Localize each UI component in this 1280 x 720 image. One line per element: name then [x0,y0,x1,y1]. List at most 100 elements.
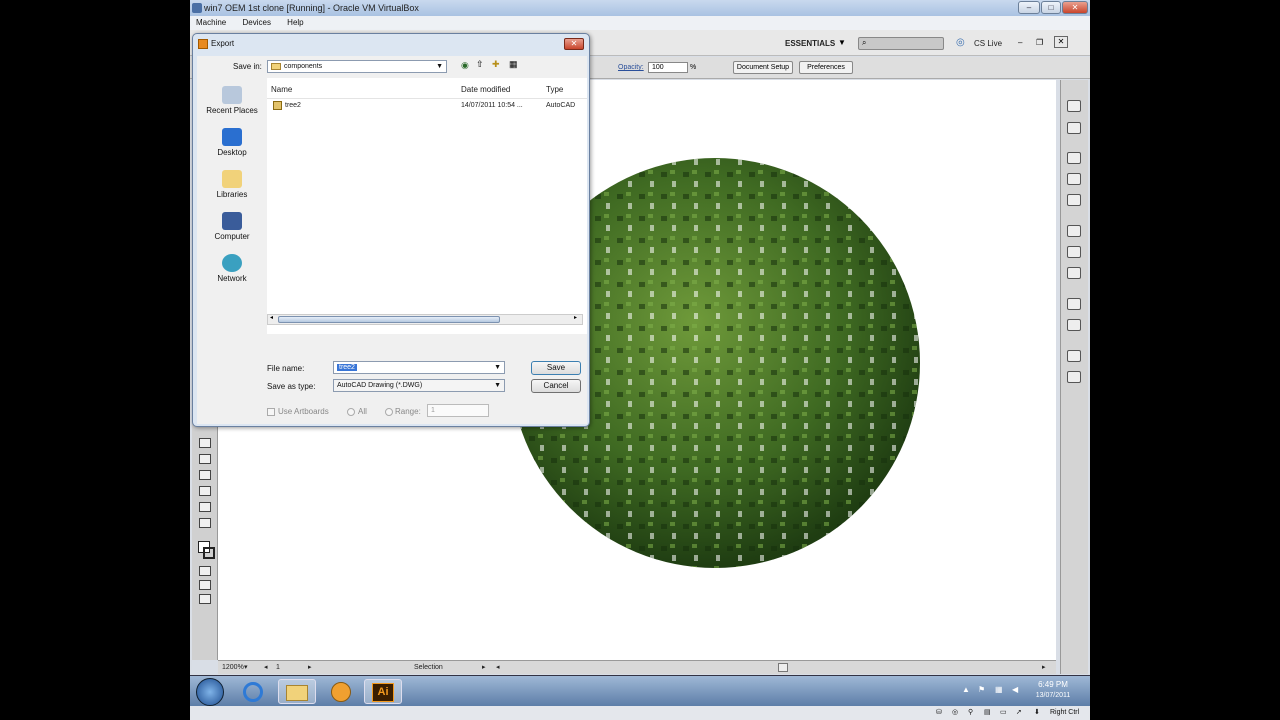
dialog-close-button[interactable]: ✕ [564,38,584,50]
column-name[interactable]: Name [271,85,292,94]
save-as-type-label: Save as type: [267,382,316,391]
scroll-left-icon[interactable]: ◂ [496,661,500,675]
stroke-icon[interactable] [1067,225,1081,237]
opacity-input[interactable]: 100 [648,62,688,73]
appearance-icon[interactable] [1067,298,1081,310]
host-key-label: Right Ctrl [1050,709,1080,716]
back-icon[interactable]: ◉ [461,60,469,71]
ai-restore-button[interactable]: ❐ [1036,38,1043,47]
tray-show-hidden-icon[interactable]: ▲ [962,685,970,694]
maximize-button[interactable]: □ [1041,1,1061,14]
illustrator-taskbar-button[interactable]: Ai [364,679,402,704]
color-panel-icon[interactable] [1067,100,1081,112]
media-player-icon[interactable] [322,679,360,704]
clock-date[interactable]: 13/07/2011 [1030,692,1076,699]
zoom-level[interactable]: 1200% [222,661,244,675]
tool-icon[interactable] [199,470,211,480]
workspace-switcher[interactable]: ESSENTIALS [785,39,835,48]
range-radio[interactable] [385,408,393,416]
host-key-icon: ⬇ [1034,709,1040,716]
hdd-icon: ⛁ [936,709,942,716]
brushes-icon[interactable] [1067,173,1081,185]
explorer-icon[interactable] [278,679,316,704]
horizontal-scroll-thumb[interactable] [778,663,788,672]
column-date[interactable]: Date modified [461,85,510,94]
cancel-button[interactable]: Cancel [531,379,581,393]
document-setup-button[interactable]: Document Setup [733,61,793,74]
scroll-right-icon[interactable]: ▸ [1042,661,1046,675]
scroll-left-icon[interactable]: ◂ [270,314,273,321]
volume-icon[interactable]: ◀ [1012,685,1018,694]
menu-machine[interactable]: Machine [196,18,226,27]
tool-icon[interactable] [199,518,211,528]
opacity-label[interactable]: Opacity: [618,64,644,71]
ai-minimize-button[interactable]: – [1018,38,1022,47]
artboards-icon[interactable] [1067,371,1081,383]
artboard-number[interactable]: 1 [276,661,280,675]
close-button[interactable]: ✕ [1062,1,1088,14]
save-button[interactable]: Save [531,361,581,375]
internet-explorer-icon[interactable] [234,679,272,704]
transparency-icon[interactable] [1067,267,1081,279]
graphic-styles-icon[interactable] [1067,319,1081,331]
new-folder-icon[interactable]: ✚ [492,59,500,70]
scroll-right-icon[interactable]: ▸ [574,314,577,321]
minimize-button[interactable]: – [1018,1,1040,14]
flag-icon[interactable]: ⚑ [978,685,985,694]
tool-icon[interactable] [199,566,211,576]
tool-icon[interactable] [199,580,211,590]
tool-icon[interactable] [199,454,211,464]
table-row[interactable]: tree2 14/07/2011 10:54 ... AutoCAD [267,100,587,112]
menu-help[interactable]: Help [287,18,303,27]
first-artboard-icon[interactable]: ◂ [264,661,268,675]
place-label: Network [217,274,247,283]
place-network[interactable]: Network [201,254,263,283]
tool-icon[interactable] [199,486,211,496]
search-input[interactable]: ⌕ [858,37,944,50]
cslive-button[interactable]: CS Live [974,39,1002,48]
file-name-input[interactable]: tree2 ▼ [333,361,505,374]
save-as-type-value: AutoCAD Drawing (*.DWG) [337,382,423,389]
chevron-right-icon: ▸ [482,664,486,671]
symbols-icon[interactable] [1067,194,1081,206]
horizontal-scrollbar[interactable]: ◂ ▸ [267,314,583,325]
swatches-icon[interactable] [1067,152,1081,164]
clock-time[interactable]: 6:49 PM [1030,680,1076,689]
dwg-file-icon [273,101,282,110]
header-divider [267,98,587,99]
gradient-icon[interactable] [1067,246,1081,258]
save-as-type-select[interactable]: AutoCAD Drawing (*.DWG) ▼ [333,379,505,392]
place-desktop[interactable]: Desktop [201,128,263,157]
start-button[interactable] [196,678,224,706]
illustrator-icon [198,39,208,49]
menu-devices[interactable]: Devices [242,18,270,27]
file-list[interactable]: Name Date modified Type tree2 14/07/2011… [267,78,587,334]
chevron-down-icon: ▼ [494,364,501,371]
zoom-tool-icon[interactable] [199,502,211,512]
place-recent[interactable]: Recent Places [201,86,263,115]
color-guide-icon[interactable] [1067,122,1081,134]
range-input[interactable]: 1 [427,404,489,417]
place-libraries[interactable]: Libraries [201,170,263,199]
place-label: Libraries [216,190,248,199]
vertical-scrollbar[interactable] [1052,80,1056,660]
dialog-title-bar: Export ✕ [193,34,589,54]
stroke-swatch-icon[interactable] [203,547,215,559]
status-tool-label[interactable]: Selection [414,661,443,675]
use-artboards-checkbox[interactable] [267,408,275,416]
place-computer[interactable]: Computer [201,212,263,241]
layers-icon[interactable] [1067,350,1081,362]
save-in-combo[interactable]: components ▼ [267,60,447,73]
view-menu-icon[interactable]: ▦ [509,59,518,70]
tool-icon[interactable] [199,594,211,604]
tool-icon[interactable] [199,438,211,448]
ai-close-button[interactable]: ✕ [1054,36,1068,48]
vbox-title-text: win7 OEM 1st clone [Running] - Oracle VM… [204,3,419,13]
column-type[interactable]: Type [546,85,563,94]
up-folder-icon[interactable]: ⇧ [476,59,484,70]
preferences-button[interactable]: Preferences [799,61,853,74]
network-icon[interactable]: ▦ [995,685,1003,694]
scroll-thumb[interactable] [278,316,500,323]
next-artboard-icon[interactable]: ▸ [308,661,312,675]
all-radio[interactable] [347,408,355,416]
